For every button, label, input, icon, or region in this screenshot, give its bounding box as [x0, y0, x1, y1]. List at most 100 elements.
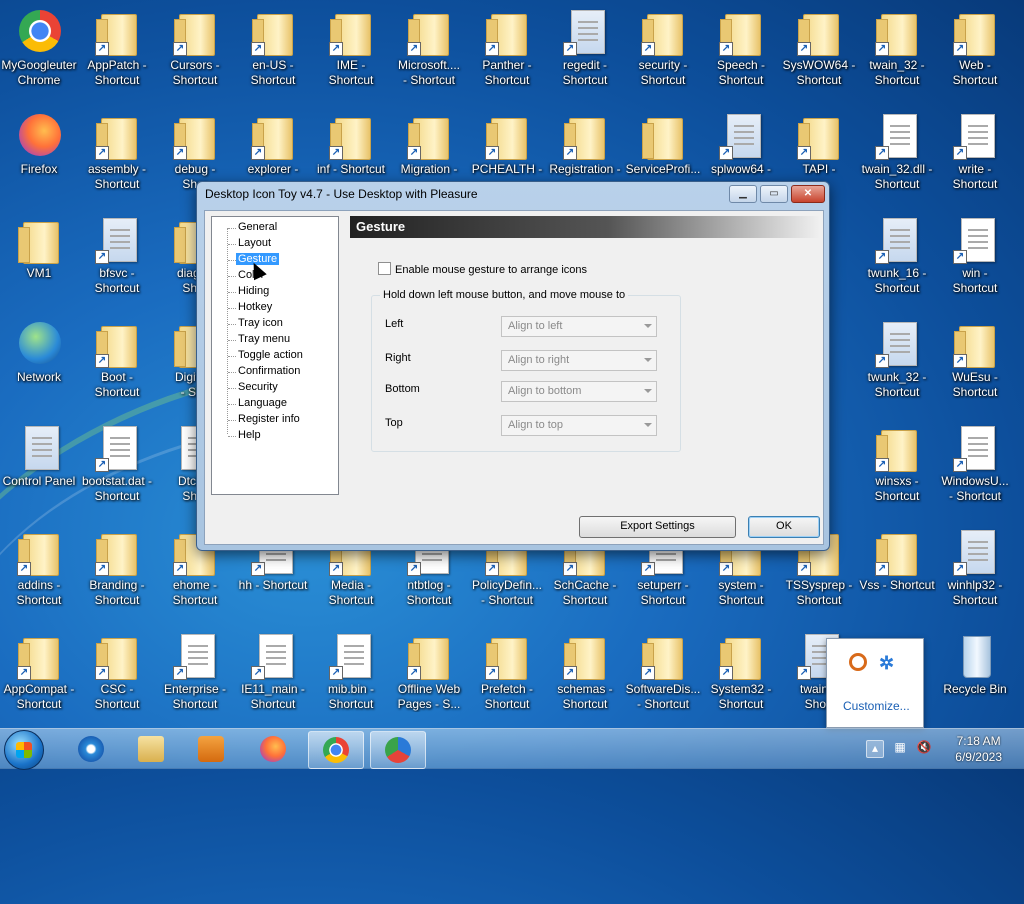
close-button[interactable]: ✕: [791, 185, 825, 203]
desktop-icon[interactable]: ↗ regedit - Shortcut: [546, 4, 624, 104]
tree-item-hotkey[interactable]: Hotkey: [238, 301, 272, 313]
desktop-icon[interactable]: VM1: [0, 212, 78, 312]
checkbox-box[interactable]: [378, 262, 391, 275]
shortcut-arrow-icon: ↗: [485, 666, 499, 680]
desktop-icon[interactable]: ↗ WuEsu - Shortcut: [936, 316, 1014, 416]
tree-item-hiding[interactable]: Hiding: [238, 285, 269, 297]
desktop-icon-label: ntbtlog - Shortcut: [406, 578, 452, 607]
desktop-icon[interactable]: ↗ win - Shortcut: [936, 212, 1014, 312]
title-bar[interactable]: Desktop Icon Toy v4.7 - Use Desktop with…: [197, 182, 829, 206]
shortcut-arrow-icon: ↗: [875, 354, 889, 368]
tree-item-language[interactable]: Language: [238, 397, 287, 409]
taskbar-explorer-button[interactable]: [124, 731, 178, 767]
shortcut-arrow-icon: ↗: [329, 42, 343, 56]
direction-action-select[interactable]: Align to right: [501, 350, 657, 371]
desktop-icon[interactable]: ↗ Vss - Shortcut: [858, 524, 936, 624]
desktop-icon[interactable]: ↗ Branding - Shortcut: [78, 524, 156, 624]
maximize-button[interactable]: ▭: [760, 185, 788, 203]
taskbar-firefox-button[interactable]: [246, 731, 300, 767]
tree-item-help[interactable]: Help: [238, 429, 261, 441]
direction-action-select[interactable]: Align to left: [501, 316, 657, 337]
desktop-icon[interactable]: ↗ Enterprise - Shortcut: [156, 628, 234, 728]
search-icon[interactable]: [849, 653, 867, 671]
tree-item-layout[interactable]: Layout: [238, 237, 271, 249]
desktop-icon[interactable]: ↗ winsxs - Shortcut: [858, 420, 936, 520]
desktop-icon[interactable]: ↗ security - Shortcut: [624, 4, 702, 104]
shortcut-arrow-icon: ↗: [17, 666, 31, 680]
desktop-icon[interactable]: ↗ IME - Shortcut: [312, 4, 390, 104]
desktop-icon[interactable]: ↗ Speech - Shortcut: [702, 4, 780, 104]
desktop-icon-label: Media - Shortcut: [328, 578, 374, 607]
desktop-icon-label: splwow64 -: [710, 162, 772, 176]
desktop-icon[interactable]: Firefox: [0, 108, 78, 208]
tree-item-tray-icon[interactable]: Tray icon: [238, 317, 283, 329]
network-tray-icon[interactable]: ▦: [892, 740, 908, 756]
taskbar-media-player-button[interactable]: [184, 731, 238, 767]
desktop-icon-label: inf - Shortcut: [316, 162, 386, 176]
tree-item-security[interactable]: Security: [238, 381, 278, 393]
desktop-icon-label: bfsvc - Shortcut: [94, 266, 140, 295]
shortcut-arrow-icon: ↗: [641, 562, 655, 576]
desktop-icon[interactable]: ↗ schemas - Shortcut: [546, 628, 624, 728]
show-hidden-icons-button[interactable]: ▴: [866, 740, 884, 758]
clock[interactable]: 7:18 AM 6/9/2023: [955, 733, 1002, 765]
desktop-icon[interactable]: ↗ Cursors - Shortcut: [156, 4, 234, 104]
taskbar-chrome-button[interactable]: [308, 731, 364, 769]
desktop-icon[interactable]: ↗ IE11_main - Shortcut: [234, 628, 312, 728]
start-button[interactable]: [4, 730, 44, 770]
folder-icon: ↗: [639, 632, 687, 680]
shortcut-arrow-icon: ↗: [797, 666, 811, 680]
desktop-icon[interactable]: MyGoogleuter Chrome: [0, 4, 78, 104]
desktop-icon[interactable]: ↗ winhlp32 - Shortcut: [936, 524, 1014, 624]
taskbar-desktop-icon-toy-button[interactable]: [370, 731, 426, 769]
desktop-icon[interactable]: ↗ Panther - Shortcut: [468, 4, 546, 104]
desktop-icon[interactable]: ↗ bootstat.dat - Shortcut: [78, 420, 156, 520]
desktop-icon[interactable]: ↗ Web - Shortcut: [936, 4, 1014, 104]
minimize-button[interactable]: ▁: [729, 185, 757, 203]
desktop-icon[interactable]: ↗ Microsoft.... - Shortcut: [390, 4, 468, 104]
desktop-icon[interactable]: Control Panel: [0, 420, 78, 520]
desktop-icon[interactable]: ↗ AppPatch - Shortcut: [78, 4, 156, 104]
desktop-icon[interactable]: ↗ write - Shortcut: [936, 108, 1014, 208]
folder-icon: ↗: [951, 320, 999, 368]
direction-action-select[interactable]: Align to bottom: [501, 381, 657, 402]
ok-button[interactable]: OK: [748, 516, 820, 538]
desktop-icon[interactable]: ↗ bfsvc - Shortcut: [78, 212, 156, 312]
shortcut-arrow-icon: ↗: [875, 458, 889, 472]
desktop-icon[interactable]: ↗ assembly - Shortcut: [78, 108, 156, 208]
volume-muted-icon[interactable]: 🔇: [916, 740, 932, 756]
network-icon: [15, 320, 63, 368]
folder-icon: ↗: [93, 528, 141, 576]
tree-item-toggle-action[interactable]: Toggle action: [238, 349, 303, 361]
desktop-icon[interactable]: ↗ twunk_32 - Shortcut: [858, 316, 936, 416]
desktop-icon[interactable]: ↗ twain_32 - Shortcut: [858, 4, 936, 104]
desktop-icon[interactable]: ↗ Offline Web Pages - S...: [390, 628, 468, 728]
desktop-icon[interactable]: ↗ System32 - Shortcut: [702, 628, 780, 728]
desktop-icon[interactable]: Recycle Bin: [936, 628, 1014, 728]
desktop-icon[interactable]: ↗ Boot - Shortcut: [78, 316, 156, 416]
desktop-icon[interactable]: ↗ addins - Shortcut: [0, 524, 78, 624]
taskbar-ie-button[interactable]: [64, 731, 118, 767]
desktop-icon[interactable]: ↗ CSC - Shortcut: [78, 628, 156, 728]
desktop-icon[interactable]: ↗ mib.bin - Shortcut: [312, 628, 390, 728]
enable-gesture-checkbox[interactable]: Enable mouse gesture to arrange icons: [378, 262, 587, 276]
desktop-icon[interactable]: ↗ en-US - Shortcut: [234, 4, 312, 104]
desktop-icon[interactable]: ↗ SoftwareDis... - Shortcut: [624, 628, 702, 728]
tree-item-general[interactable]: General: [238, 221, 277, 233]
tree-item-confirmation[interactable]: Confirmation: [238, 365, 300, 377]
shortcut-arrow-icon: ↗: [173, 146, 187, 160]
desktop-icon[interactable]: Network: [0, 316, 78, 416]
desktop-icon[interactable]: ↗ twain_32.dll - Shortcut: [858, 108, 936, 208]
desktop-icon[interactable]: ↗ Prefetch - Shortcut: [468, 628, 546, 728]
desktop-icon[interactable]: ↗ SysWOW64 - Shortcut: [780, 4, 858, 104]
desktop-icon[interactable]: ↗ twunk_16 - Shortcut: [858, 212, 936, 312]
tree-item-tray-menu[interactable]: Tray menu: [238, 333, 290, 345]
desktop-icon[interactable]: ↗ WindowsU... - Shortcut: [936, 420, 1014, 520]
customize-link[interactable]: Customize...: [843, 699, 910, 713]
export-settings-button[interactable]: Export Settings: [579, 516, 736, 538]
desktop-icon-toy-tray-icon[interactable]: ✲: [879, 653, 894, 674]
shortcut-arrow-icon: ↗: [95, 42, 109, 56]
desktop-icon[interactable]: ↗ AppCompat - Shortcut: [0, 628, 78, 728]
direction-action-select[interactable]: Align to top: [501, 415, 657, 436]
tree-item-register-info[interactable]: Register info: [238, 413, 300, 425]
